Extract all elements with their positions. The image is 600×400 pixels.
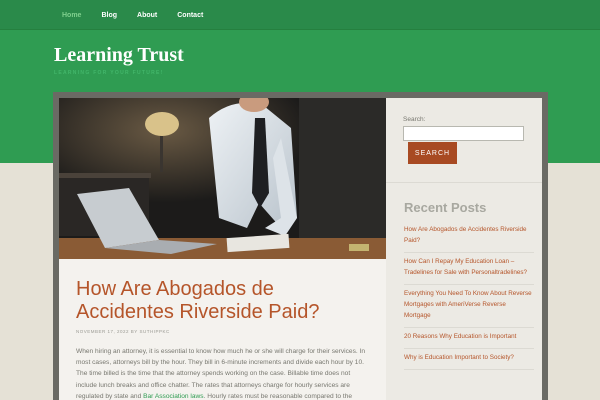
recent-post-link[interactable]: Everything You Need To Know About Revers… [404,288,534,321]
recent-posts-list: How Are Abogados de Accidentes Riverside… [404,221,534,370]
list-item: Everything You Need To Know About Revers… [404,285,534,328]
top-navigation: Home Blog About Contact [0,0,600,30]
search-button[interactable]: SEARCH [408,142,457,164]
recent-post-link[interactable]: 20 Reasons Why Education is Important [404,331,534,342]
main-content: How Are Abogados de Accidentes Riverside… [59,98,386,400]
photo-phone [349,244,369,251]
sidebar: Search: SEARCH Recent Posts How Are Abog… [386,98,542,400]
search-input[interactable] [403,126,524,141]
recent-posts-title: Recent Posts [404,200,487,215]
post-title[interactable]: How Are Abogados de Accidentes Riverside… [76,278,376,324]
sidebar-divider [386,182,542,183]
search-label: Search: [403,116,426,123]
nav-item-home[interactable]: Home [56,8,87,23]
nav-item-blog[interactable]: Blog [95,8,123,23]
site-title[interactable]: Learning Trust [54,44,184,67]
list-item: Why is Education Important to Society? [404,349,534,370]
nav-item-about[interactable]: About [131,8,163,23]
post-excerpt: When hiring an attorney, it is essential… [76,346,369,400]
list-item: How Can I Repay My Education Loan – Trad… [404,253,534,285]
nav-item-contact[interactable]: Contact [171,8,209,23]
recent-post-link[interactable]: How Can I Repay My Education Loan – Trad… [404,256,534,278]
photo-shelf-top [59,173,151,178]
photo-lamp-stand [160,136,163,172]
post-meta: NOVEMBER 17, 2022 BY SUTHIPPKC [76,329,170,334]
site-tagline: LEARNING FOR YOUR FUTURE! [54,70,164,76]
recent-post-link[interactable]: Why is Education Important to Society? [404,352,534,363]
post-excerpt-tail: . Hourly rates must be reasonable compar… [203,392,353,400]
list-item: How Are Abogados de Accidentes Riverside… [404,221,534,253]
photo-lamp [145,112,179,136]
recent-post-link[interactable]: How Are Abogados de Accidentes Riverside… [404,224,534,246]
list-item: 20 Reasons Why Education is Important [404,328,534,349]
nav-menu: Home Blog About Contact [0,0,600,30]
featured-image[interactable] [59,98,386,259]
post-body-link[interactable]: Bar Association laws [143,393,203,400]
photo-wall-right [299,98,386,259]
